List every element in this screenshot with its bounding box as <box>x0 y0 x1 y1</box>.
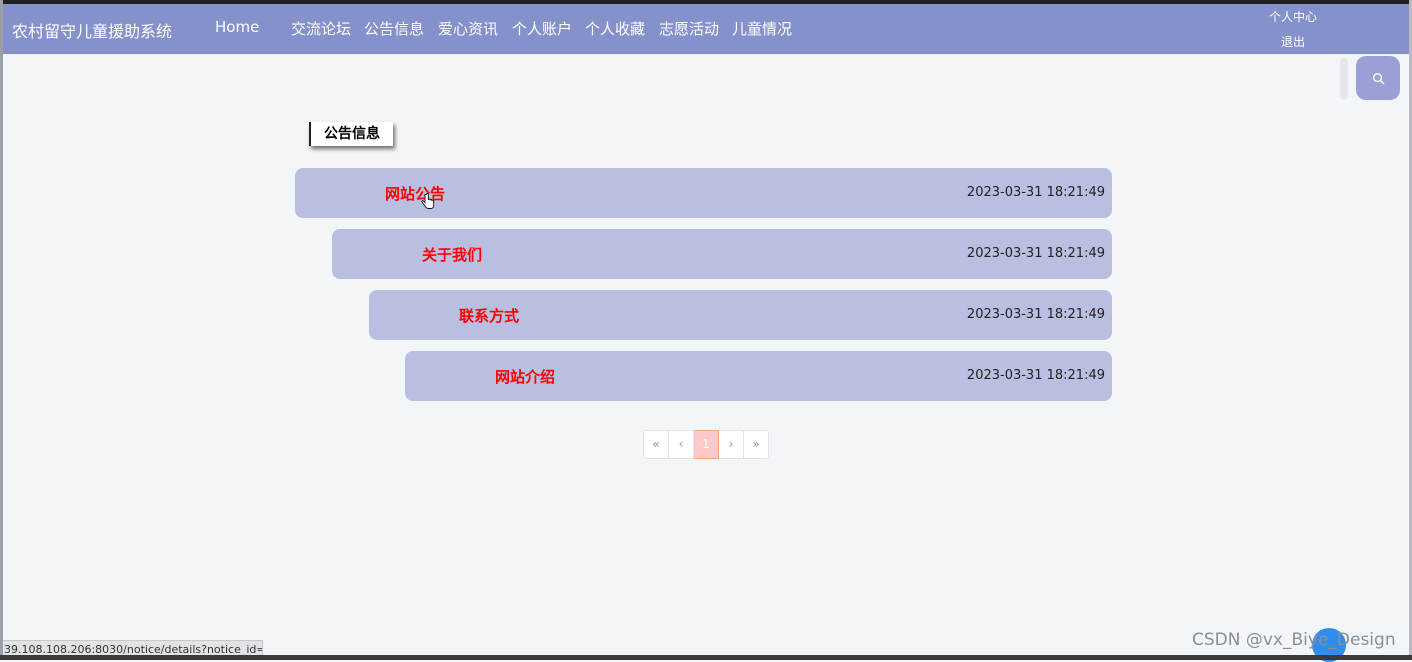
logout-link[interactable]: 退出 <box>1263 34 1323 59</box>
user-center-link[interactable]: 个人中心 <box>1263 9 1323 34</box>
notice-item[interactable]: 网站介绍 2023-03-31 18:21:49 <box>405 351 1112 401</box>
notice-title[interactable]: 网站介绍 <box>495 351 555 403</box>
search-button[interactable] <box>1356 56 1400 100</box>
nav-news[interactable]: 爱心资讯 <box>438 18 498 39</box>
nav-children[interactable]: 儿童情况 <box>732 18 792 39</box>
notice-time: 2023-03-31 18:21:49 <box>966 246 1105 261</box>
section-title: 公告信息 <box>309 122 393 146</box>
nav-notice[interactable]: 公告信息 <box>364 18 424 39</box>
nav-home[interactable]: Home <box>215 18 259 36</box>
notice-title[interactable]: 关于我们 <box>422 229 482 281</box>
nav-favorites[interactable]: 个人收藏 <box>585 18 645 39</box>
page-first-button[interactable]: « <box>643 430 669 459</box>
window-left-border <box>0 0 3 660</box>
notice-item[interactable]: 关于我们 2023-03-31 18:21:49 <box>332 229 1112 279</box>
site-brand[interactable]: 农村留守儿童援助系统 <box>12 18 172 42</box>
notice-title[interactable]: 联系方式 <box>459 290 519 342</box>
page-last-button[interactable]: » <box>744 430 769 459</box>
page-next-button[interactable]: › <box>719 430 744 459</box>
top-navbar: 农村留守儿童援助系统 Home 交流论坛 公告信息 爱心资讯 个人账户 个人收藏… <box>3 4 1409 54</box>
page-prev-button[interactable]: ‹ <box>669 430 694 459</box>
notice-time: 2023-03-31 18:21:49 <box>966 185 1105 200</box>
nav-account[interactable]: 个人账户 <box>512 18 572 39</box>
page-current-button[interactable]: 1 <box>694 430 719 459</box>
notice-time: 2023-03-31 18:21:49 <box>966 307 1105 322</box>
notice-time: 2023-03-31 18:21:49 <box>966 368 1105 383</box>
nav-forum[interactable]: 交流论坛 <box>291 18 351 39</box>
nav-volunteer[interactable]: 志愿活动 <box>659 18 719 39</box>
pagination: « ‹ 1 › » <box>643 430 769 459</box>
notice-item[interactable]: 网站公告 2023-03-31 18:21:49 <box>295 168 1112 218</box>
search-icon <box>1372 72 1384 84</box>
window-bottom-border <box>0 655 1412 660</box>
watermark: CSDN @vx_Biye_Design <box>1192 630 1396 650</box>
side-scroll-strip <box>1340 58 1348 100</box>
user-menu: 个人中心 退出 <box>1263 9 1323 59</box>
hand-cursor-icon <box>421 193 435 209</box>
notice-item[interactable]: 联系方式 2023-03-31 18:21:49 <box>369 290 1112 340</box>
notice-title[interactable]: 网站公告 <box>385 168 445 220</box>
